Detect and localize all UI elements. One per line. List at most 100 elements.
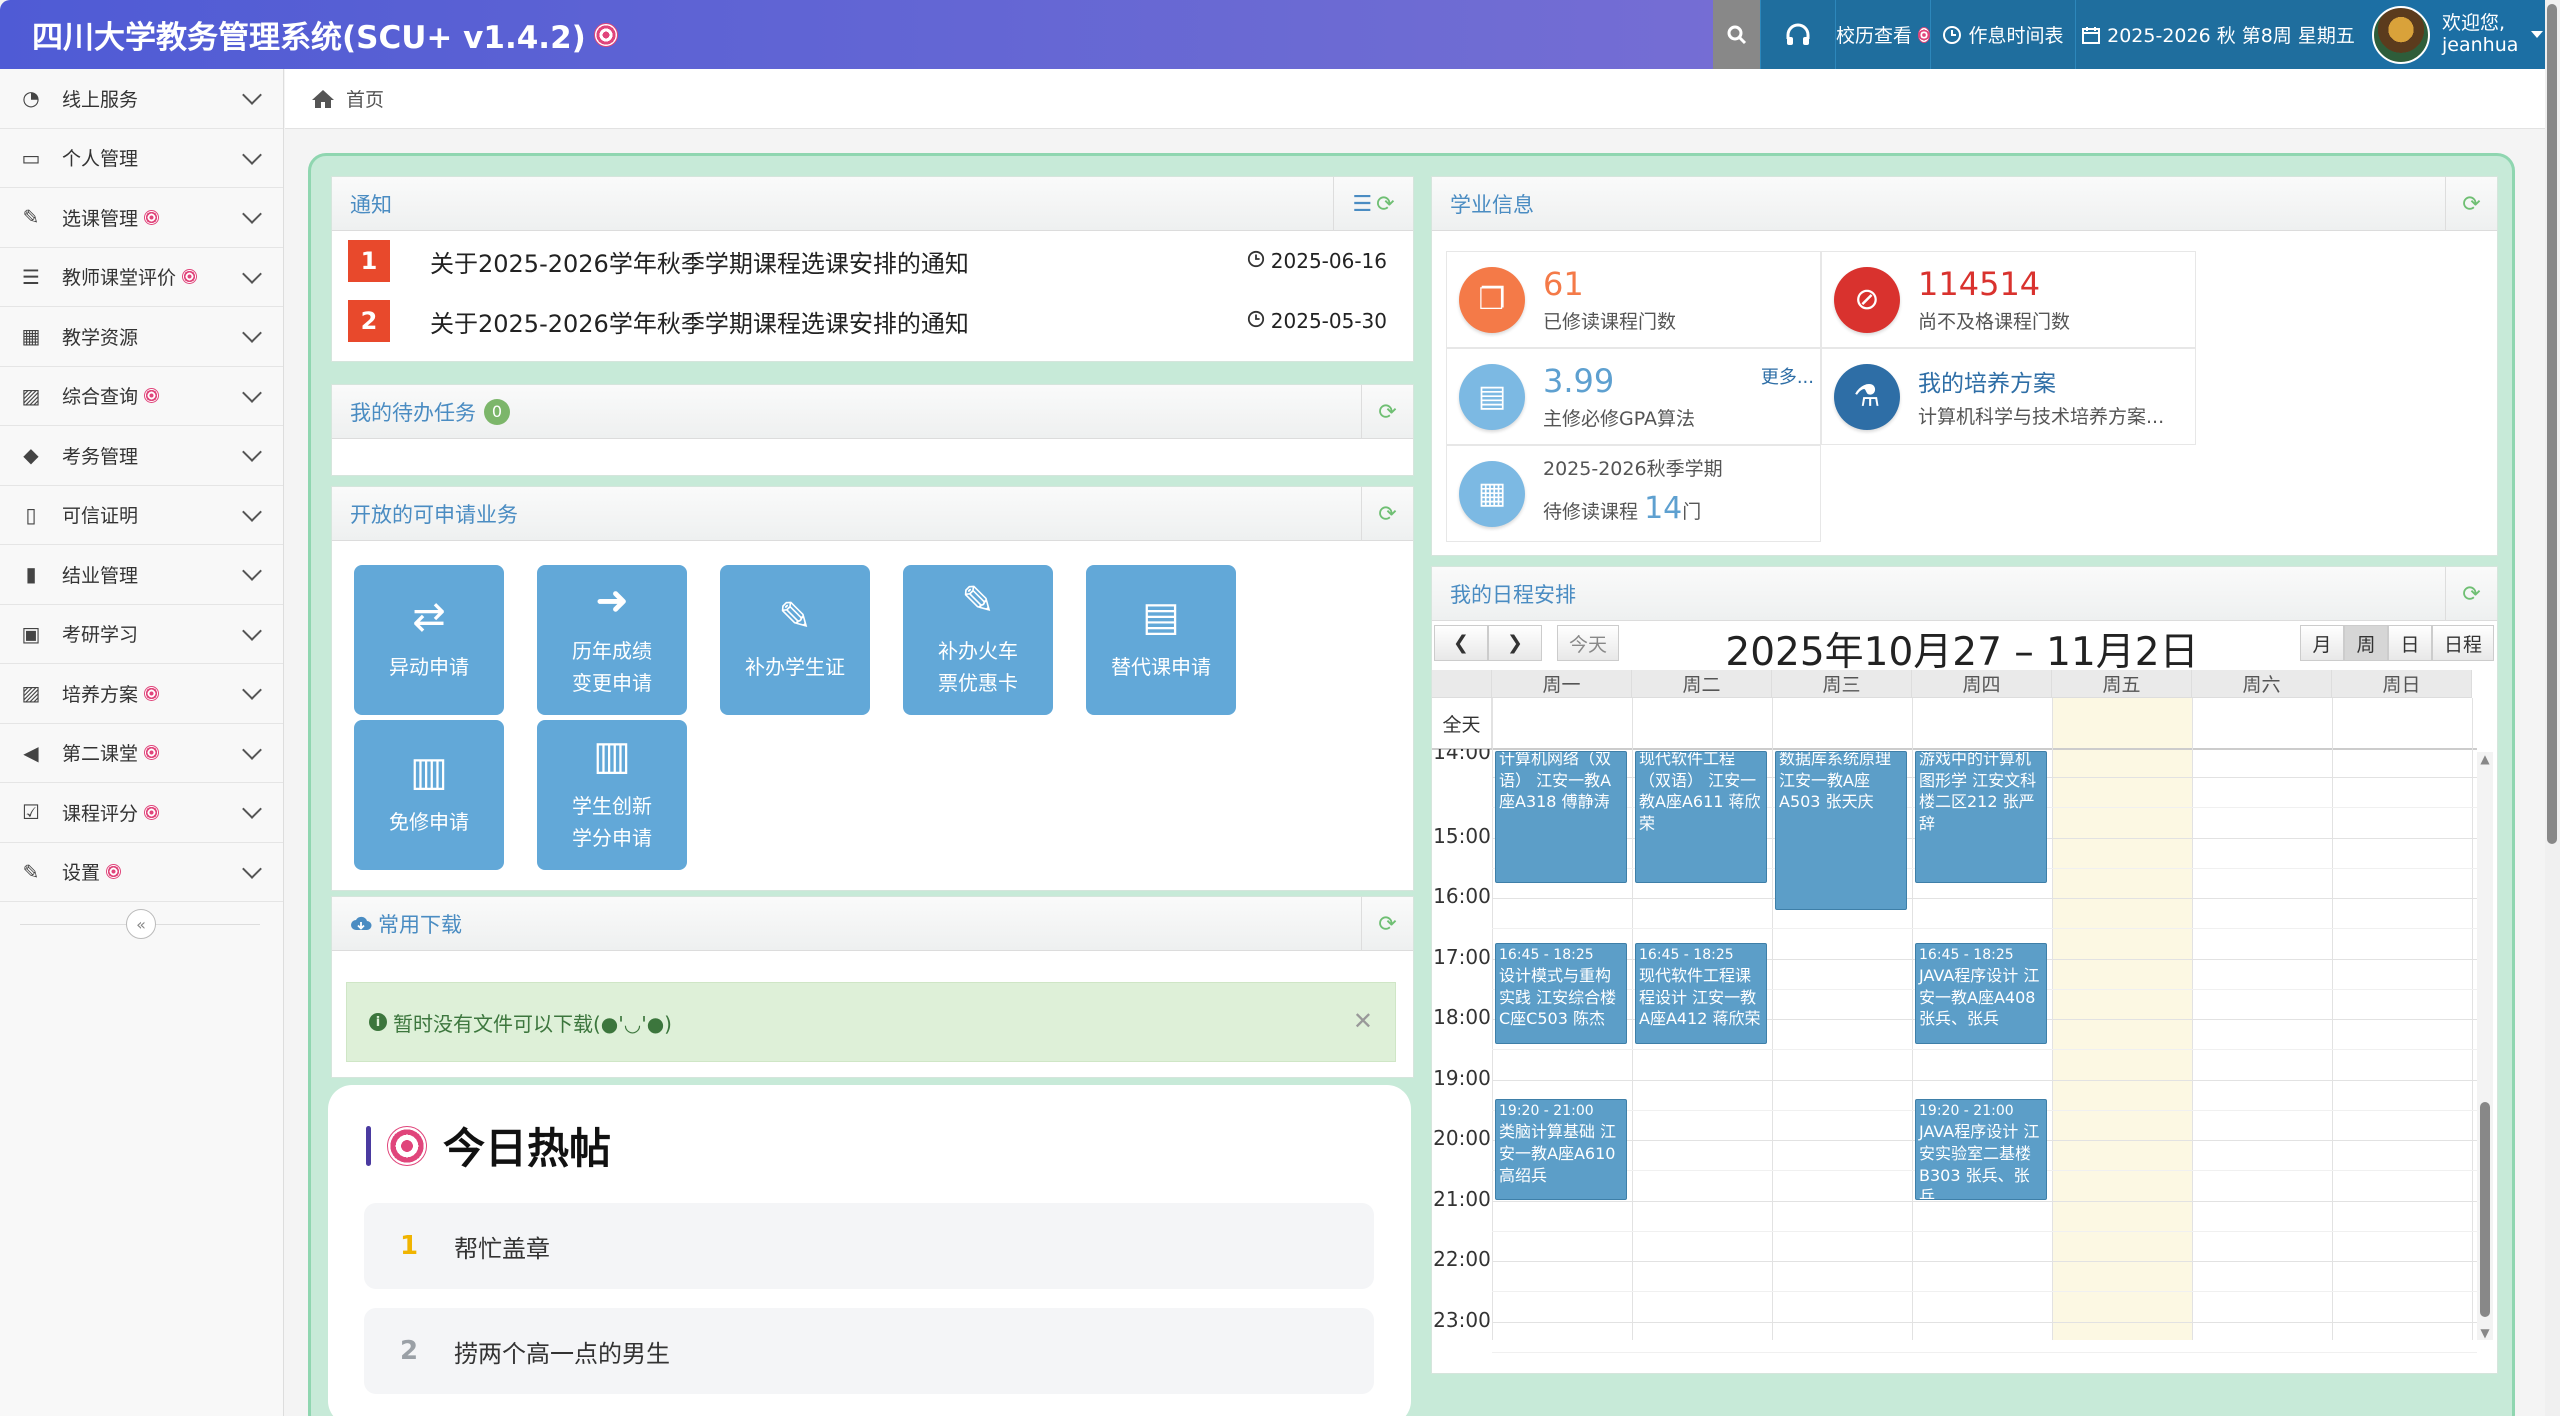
hour-label: 23:00 [1433, 1307, 1491, 1332]
sidebar-item-label: 综合查询 [62, 386, 139, 409]
sidebar-item-label: 课程评分 [62, 802, 139, 825]
pending-count: 14 [1644, 490, 1683, 526]
service-button[interactable]: ✎ 补办学生证 [720, 565, 870, 715]
sidebar-item[interactable]: ▨ 综合查询 [0, 367, 283, 426]
notice-item[interactable]: 1 关于2025-2026学年秋季学期课程选课安排的通知 2025-06-16 [332, 231, 1413, 291]
sidebar-item[interactable]: ✎ 选课管理 [0, 188, 283, 248]
refresh-icon[interactable]: ⟳ [1378, 502, 1396, 527]
page-scrollbar-track[interactable] [2545, 0, 2560, 1416]
completed-courses-card[interactable]: ❐ 61 已修读课程门数 [1446, 251, 1821, 348]
gpa-card[interactable]: ▤ 3.99 主修必修GPA算法 更多... [1446, 348, 1821, 445]
refresh-icon[interactable]: ⟳ [2462, 582, 2480, 607]
service-label-line2: 票优惠卡 [938, 671, 1018, 695]
academic-panel-header: 学业信息 ⟳ [1432, 177, 2497, 231]
headphones-icon [1786, 23, 1810, 45]
target-icon [144, 209, 160, 225]
refresh-icon[interactable]: ⟳ [1376, 192, 1394, 217]
service-button[interactable]: ✎ 补办火车 票优惠卡 [903, 565, 1053, 715]
sidebar-item[interactable]: ▦ 教学资源 [0, 307, 283, 367]
username: jeanhua [2442, 33, 2519, 56]
view-button[interactable]: 周 [2344, 625, 2388, 661]
calendar-event[interactable]: 计算机网络（双语） 江安一教A座A318 傅静涛 [1495, 751, 1627, 883]
training-plan-card[interactable]: ⚗ 我的培养方案 计算机科学与技术培养方案... [1821, 348, 2196, 445]
hot-post-rank: 2 [399, 1336, 419, 1366]
sidebar-item[interactable]: ▮ 结业管理 [0, 545, 283, 605]
timetable-link[interactable]: 作息时间表 [1930, 0, 2075, 69]
calendar-event[interactable]: 数据库系统原理 江安一教A座A503 张天庆 [1775, 751, 1907, 911]
breadcrumb: 首页 [285, 69, 2545, 129]
sidebar-item[interactable]: ☑ 课程评分 [0, 783, 283, 843]
service-button[interactable]: ▤ 替代课申请 [1086, 565, 1236, 715]
target-icon [1918, 26, 1930, 43]
notice-item[interactable]: 2 关于2025-2026学年秋季学期课程选课安排的通知 2025-05-30 [332, 291, 1413, 351]
service-button[interactable]: ⇄ 异动申请 [354, 565, 504, 715]
downloads-panel-title: 常用下载 [378, 912, 462, 937]
calendar-event[interactable]: 16:45 - 18:25 JAVA程序设计 江安一教A座A408 张兵、张兵 [1915, 943, 2047, 1045]
calendar-view-link[interactable]: 校历查看 [1835, 0, 1930, 69]
view-button[interactable]: 日程 [2432, 625, 2494, 661]
app-title[interactable]: 四川大学教务管理系统(SCU+ v1.4.2) [0, 12, 1713, 57]
sidebar-item[interactable]: ◆ 考务管理 [0, 426, 283, 486]
sidebar-item[interactable]: ◔ 线上服务 [0, 69, 283, 129]
calendar-event[interactable]: 19:20 - 21:00 类脑计算基础 江安一教A座A610 高绍兵 [1495, 1099, 1627, 1201]
sidebar-item[interactable]: ▭ 个人管理 [0, 129, 283, 188]
sidebar-item[interactable]: ▯ 可信证明 [0, 486, 283, 545]
hot-post-item[interactable]: 1 帮忙盖章 [364, 1203, 1374, 1289]
scroll-up-icon[interactable]: ▲ [2477, 752, 2493, 766]
calendar-event[interactable]: 16:45 - 18:25 现代软件工程课程设计 江安一教A座A412 蒋欣荣 [1635, 943, 1767, 1045]
sidebar-item-label: 教师课堂评价 [62, 267, 177, 290]
bullhorn-icon: ◀ [23, 740, 39, 765]
day-header: 周六 [2192, 670, 2332, 698]
calendar-event[interactable]: 游戏中的计算机图形学 江安文科楼二区212 张严辞 [1915, 751, 2047, 883]
schedule-tools: ⟳ [2445, 567, 2497, 621]
refresh-icon[interactable]: ⟳ [1378, 400, 1396, 425]
schedule-panel-header: 我的日程安排 ⟳ [1432, 567, 2497, 621]
calendar-scrollbar-thumb[interactable] [2480, 1102, 2490, 1317]
breadcrumb-home[interactable]: 首页 [346, 85, 384, 112]
event-time: 19:20 - 21:00 [1919, 1103, 2014, 1120]
next-week-button[interactable]: ❯ [1488, 625, 1542, 661]
pending-courses-card[interactable]: ▦ 2025-2026秋季学期 待修读课程 14门 [1446, 445, 1821, 542]
todo-panel-header: 我的待办任务 0 ⟳ [332, 385, 1413, 439]
service-label-line1: 免修申请 [389, 810, 469, 834]
hot-post-item[interactable]: 2 捞两个高一点的男生 [364, 1308, 1374, 1394]
close-icon[interactable]: ✕ [1353, 1007, 1373, 1035]
search-button[interactable] [1713, 0, 1760, 69]
service-button[interactable]: ▥ 免修申请 [354, 720, 504, 870]
view-button[interactable]: 日 [2388, 625, 2432, 661]
prev-week-button[interactable]: ❮ [1434, 625, 1488, 661]
refresh-icon[interactable]: ⟳ [2462, 192, 2480, 217]
sidebar-item[interactable]: ✎ 设置 [0, 843, 283, 902]
chevron-down-icon [242, 680, 262, 701]
todo-panel: 我的待办任务 0 ⟳ [331, 384, 1414, 476]
sidebar-item-label: 可信证明 [62, 505, 139, 528]
service-button[interactable]: ▥ 学生创新 学分申请 [537, 720, 687, 870]
sidebar-item[interactable]: ◀ 第二课堂 [0, 724, 283, 783]
calendar-event[interactable]: 19:20 - 21:00 JAVA程序设计 江安实验室二基楼B303 张兵、张兵 [1915, 1099, 2047, 1201]
sidebar-item[interactable]: ▨ 培养方案 [0, 664, 283, 724]
pending-prefix: 待修读课程 [1543, 500, 1639, 523]
sidebar-collapse-button[interactable]: « [126, 909, 156, 939]
ban-icon: ⊘ [1834, 266, 1900, 333]
page-scrollbar-thumb[interactable] [2547, 4, 2557, 844]
term-info[interactable]: 2025-2026 秋 第8周 星期五 [2075, 0, 2360, 69]
sidebar-item[interactable]: ☰ 教师课堂评价 [0, 248, 283, 307]
chevron-down-icon [242, 501, 262, 522]
sidebar-item-label: 选课管理 [62, 207, 139, 230]
calendar-scrollbar[interactable]: ▲ ▼ [2477, 752, 2493, 1340]
today-button[interactable]: 今天 [1557, 625, 1619, 661]
gpa-more-link[interactable]: 更多... [1761, 363, 1814, 389]
calendar-event[interactable]: 现代软件工程（双语） 江安一教A座A611 蒋欣荣 [1635, 751, 1767, 883]
scroll-down-icon[interactable]: ▼ [2477, 1326, 2493, 1340]
user-menu[interactable]: 欢迎您, jeanhua [2360, 0, 2545, 69]
calendar-event[interactable]: 16:45 - 18:25 设计模式与重构实践 江安综合楼C座C503 陈杰 [1495, 943, 1627, 1045]
timetable-label: 作息时间表 [1968, 25, 2064, 47]
view-button[interactable]: 月 [2300, 625, 2344, 661]
support-button[interactable] [1760, 0, 1835, 69]
refresh-icon[interactable]: ⟳ [1378, 912, 1396, 937]
sidebar-item-label-wrap: 结业管理 [62, 561, 245, 588]
sidebar-item[interactable]: ▣ 考研学习 [0, 605, 283, 664]
list-icon[interactable]: ☰ [1352, 192, 1372, 217]
service-button[interactable]: ➜ 历年成绩 变更申请 [537, 565, 687, 715]
failed-courses-card[interactable]: ⊘ 114514 尚不及格课程门数 [1821, 251, 2196, 348]
